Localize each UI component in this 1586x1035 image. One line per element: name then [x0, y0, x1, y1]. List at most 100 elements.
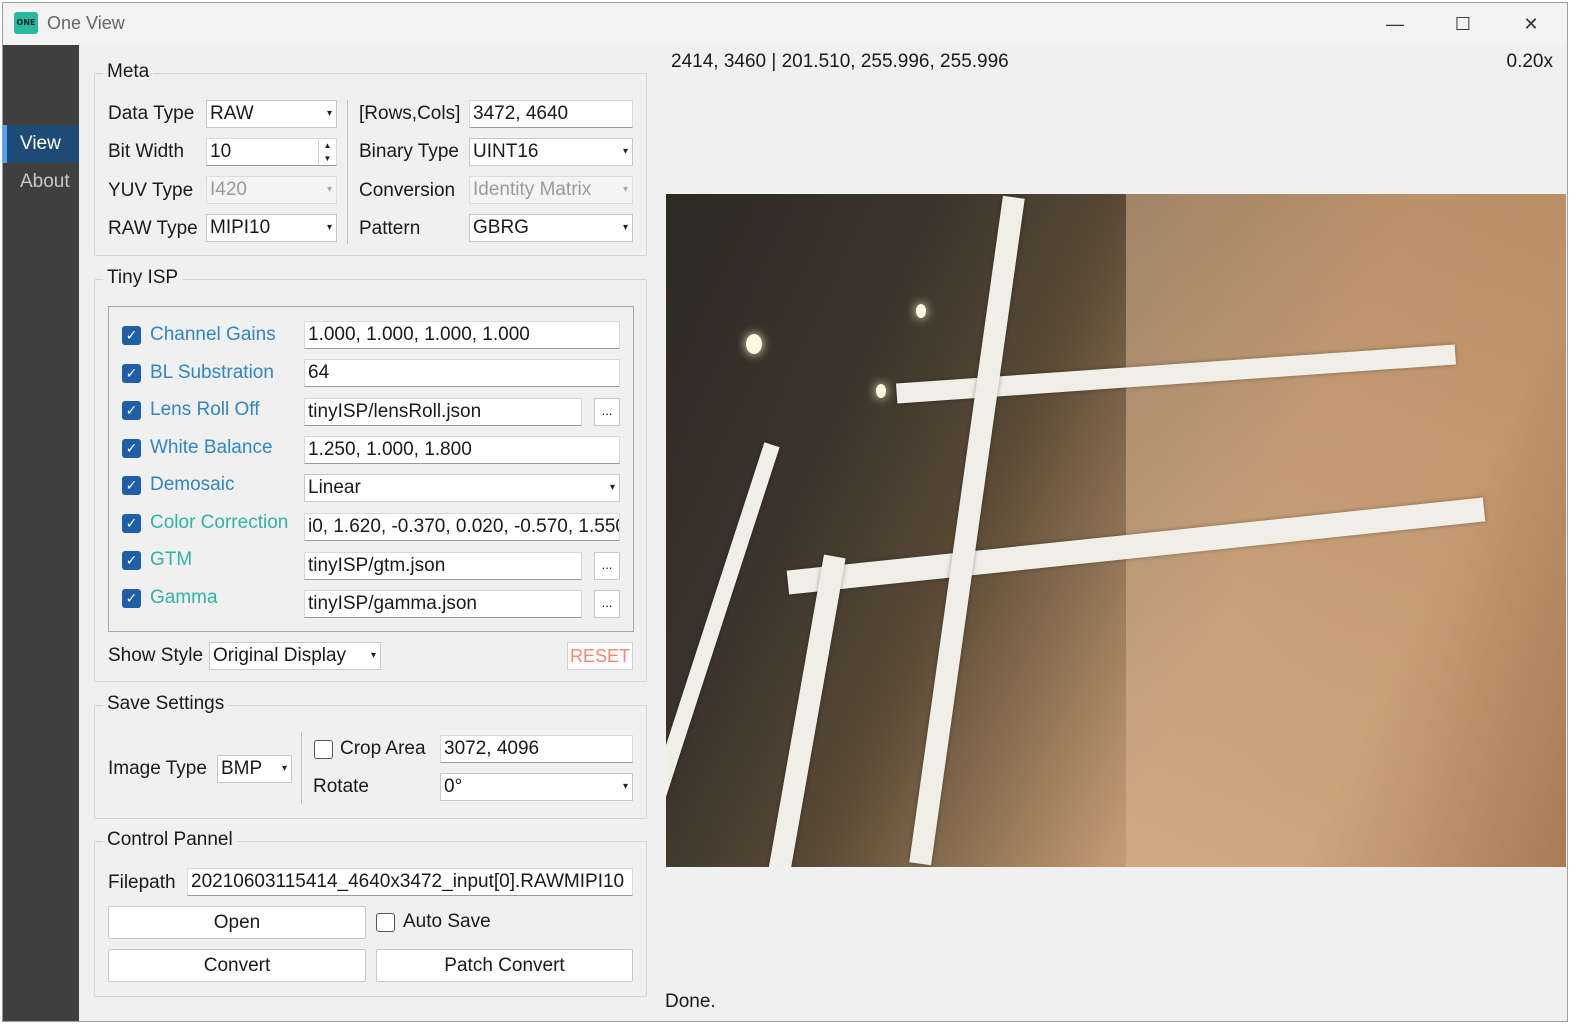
white-balance-checkbox[interactable]: ✓ [122, 439, 141, 458]
app-logo-icon: ONE [14, 12, 38, 34]
gtm-field[interactable]: tinyISP/gtm.json [304, 552, 582, 580]
minimize-icon[interactable]: — [1365, 7, 1425, 41]
chevron-down-icon: ▾ [609, 482, 615, 493]
open-button[interactable]: Open [108, 906, 366, 939]
settings-panel: Meta Data Type RAW ▾ Bit Width 10 ▲ ▼ YU… [79, 45, 663, 1021]
rotate-select[interactable]: 0° ▾ [440, 773, 633, 801]
yuv-type-select[interactable]: I420 ▾ [206, 176, 337, 204]
chevron-down-icon: ▾ [622, 781, 628, 792]
filepath-field[interactable]: 20210603115414_4640x3472_input[0].RAWMIP… [187, 868, 633, 896]
yuv-type-value: I420 [210, 179, 247, 200]
meta-group: Meta Data Type RAW ▾ Bit Width 10 ▲ ▼ YU… [94, 61, 647, 256]
gtm-browse-button[interactable]: ... [594, 552, 620, 580]
crop-area-checkbox[interactable] [314, 740, 333, 759]
preview-beam [768, 554, 846, 867]
gtm-checkbox[interactable]: ✓ [122, 551, 141, 570]
demosaic-label: Demosaic [150, 474, 235, 495]
channel-gains-checkbox[interactable]: ✓ [122, 326, 141, 345]
chevron-down-icon: ▾ [326, 108, 332, 119]
white-balance-field[interactable]: 1.250, 1.000, 1.800 [304, 436, 620, 464]
chevron-down-icon: ▾ [326, 184, 332, 195]
binary-type-value: UINT16 [473, 141, 539, 162]
rotate-value: 0° [444, 776, 463, 797]
meta-group-title: Meta [103, 61, 154, 83]
show-style-select[interactable]: Original Display ▾ [209, 642, 381, 670]
save-settings-group-title: Save Settings [103, 693, 229, 715]
chevron-down-icon: ▾ [622, 146, 628, 157]
maximize-icon[interactable]: ☐ [1433, 7, 1493, 41]
status-text: Done. [665, 991, 716, 1012]
reset-button[interactable]: RESET [567, 642, 633, 670]
bit-width-value: 10 [210, 141, 232, 162]
pattern-select[interactable]: GBRG ▾ [469, 214, 633, 242]
gamma-browse-button[interactable]: ... [594, 590, 620, 618]
auto-save-checkbox[interactable] [376, 913, 395, 932]
gamma-checkbox[interactable]: ✓ [122, 589, 141, 608]
sidebar-item-view[interactable]: View [3, 125, 79, 163]
binary-type-select[interactable]: UINT16 ▾ [469, 138, 633, 166]
data-type-select[interactable]: RAW ▾ [206, 100, 337, 128]
crop-area-field[interactable]: 3072, 4096 [440, 735, 633, 763]
gamma-label: Gamma [150, 587, 218, 608]
bl-substration-checkbox[interactable]: ✓ [122, 364, 141, 383]
channel-gains-field[interactable]: 1.000, 1.000, 1.000, 1.000 [304, 321, 620, 349]
demosaic-select[interactable]: Linear ▾ [304, 474, 620, 502]
preview-beam [666, 442, 780, 866]
tiny-isp-group: Tiny ISP ✓ Channel Gains 1.000, 1.000, 1… [94, 267, 647, 682]
rows-cols-field[interactable]: 3472, 4640 [469, 100, 633, 128]
save-settings-group: Save Settings Image Type BMP ▾ Crop Area… [94, 693, 647, 819]
title-bar[interactable]: ONE One View — ☐ ✕ [3, 3, 1567, 45]
bl-substration-field[interactable]: 64 [304, 359, 620, 387]
binary-type-label: Binary Type [359, 141, 459, 162]
meta-divider [347, 100, 348, 244]
image-type-label: Image Type [108, 758, 207, 779]
bl-substration-label: BL Substration [150, 362, 274, 383]
image-type-select[interactable]: BMP ▾ [217, 755, 292, 783]
color-correction-field[interactable]: i0, 1.620, -0.370, 0.020, -0.570, 1.550 [304, 513, 620, 541]
spin-buttons[interactable]: ▲ ▼ [318, 139, 336, 165]
app-window: ONE One View — ☐ ✕ View About Meta Data … [2, 2, 1568, 1022]
zoom-level: 0.20x [1506, 51, 1553, 72]
lens-roll-off-field[interactable]: tinyISP/lensRoll.json [304, 398, 582, 426]
chevron-down-icon: ▾ [622, 184, 628, 195]
tiny-isp-group-title: Tiny ISP [103, 267, 183, 289]
patch-convert-button[interactable]: Patch Convert [376, 949, 633, 982]
conversion-label: Conversion [359, 180, 456, 201]
show-style-label: Show Style [108, 645, 204, 666]
image-preview[interactable] [666, 194, 1566, 867]
lens-roll-off-checkbox[interactable]: ✓ [122, 401, 141, 420]
rows-cols-label: [Rows,Cols] [359, 103, 461, 124]
sidebar-item-about[interactable]: About [3, 163, 79, 201]
sidebar: View About [3, 45, 79, 1021]
image-type-value: BMP [221, 758, 263, 779]
pixel-coords-readout: 2414, 3460 | 201.510, 255.996, 255.996 [671, 51, 1009, 72]
lens-roll-off-browse-button[interactable]: ... [594, 398, 620, 426]
chevron-down-icon: ▾ [281, 763, 287, 774]
spin-up-icon[interactable]: ▲ [319, 139, 336, 152]
yuv-type-label: YUV Type [108, 180, 194, 201]
convert-button[interactable]: Convert [108, 949, 366, 982]
raw-type-select[interactable]: MIPI10 ▾ [206, 214, 337, 242]
demosaic-value: Linear [308, 477, 361, 498]
save-settings-divider [301, 732, 302, 804]
chevron-down-icon: ▾ [622, 222, 628, 233]
control-panel-group-title: Control Pannel [103, 829, 237, 851]
preview-light [876, 384, 886, 398]
gamma-field[interactable]: tinyISP/gamma.json [304, 590, 582, 618]
data-type-label: Data Type [108, 103, 195, 124]
control-panel-group: Control Pannel Filepath 20210603115414_4… [94, 829, 647, 997]
gtm-label: GTM [150, 549, 193, 570]
bit-width-spinbox[interactable]: 10 ▲ ▼ [206, 138, 337, 166]
raw-type-label: RAW Type [108, 218, 198, 239]
close-icon[interactable]: ✕ [1501, 7, 1561, 41]
isp-options-box: ✓ Channel Gains 1.000, 1.000, 1.000, 1.0… [108, 306, 634, 632]
conversion-select[interactable]: Identity Matrix ▾ [469, 176, 633, 204]
color-correction-checkbox[interactable]: ✓ [122, 514, 141, 533]
demosaic-checkbox[interactable]: ✓ [122, 476, 141, 495]
data-type-value: RAW [210, 103, 254, 124]
window-title: One View [47, 13, 125, 33]
spin-down-icon[interactable]: ▼ [319, 152, 336, 165]
color-correction-label: Color Correction [150, 512, 289, 533]
conversion-value: Identity Matrix [473, 179, 592, 200]
white-balance-label: White Balance [150, 437, 273, 458]
